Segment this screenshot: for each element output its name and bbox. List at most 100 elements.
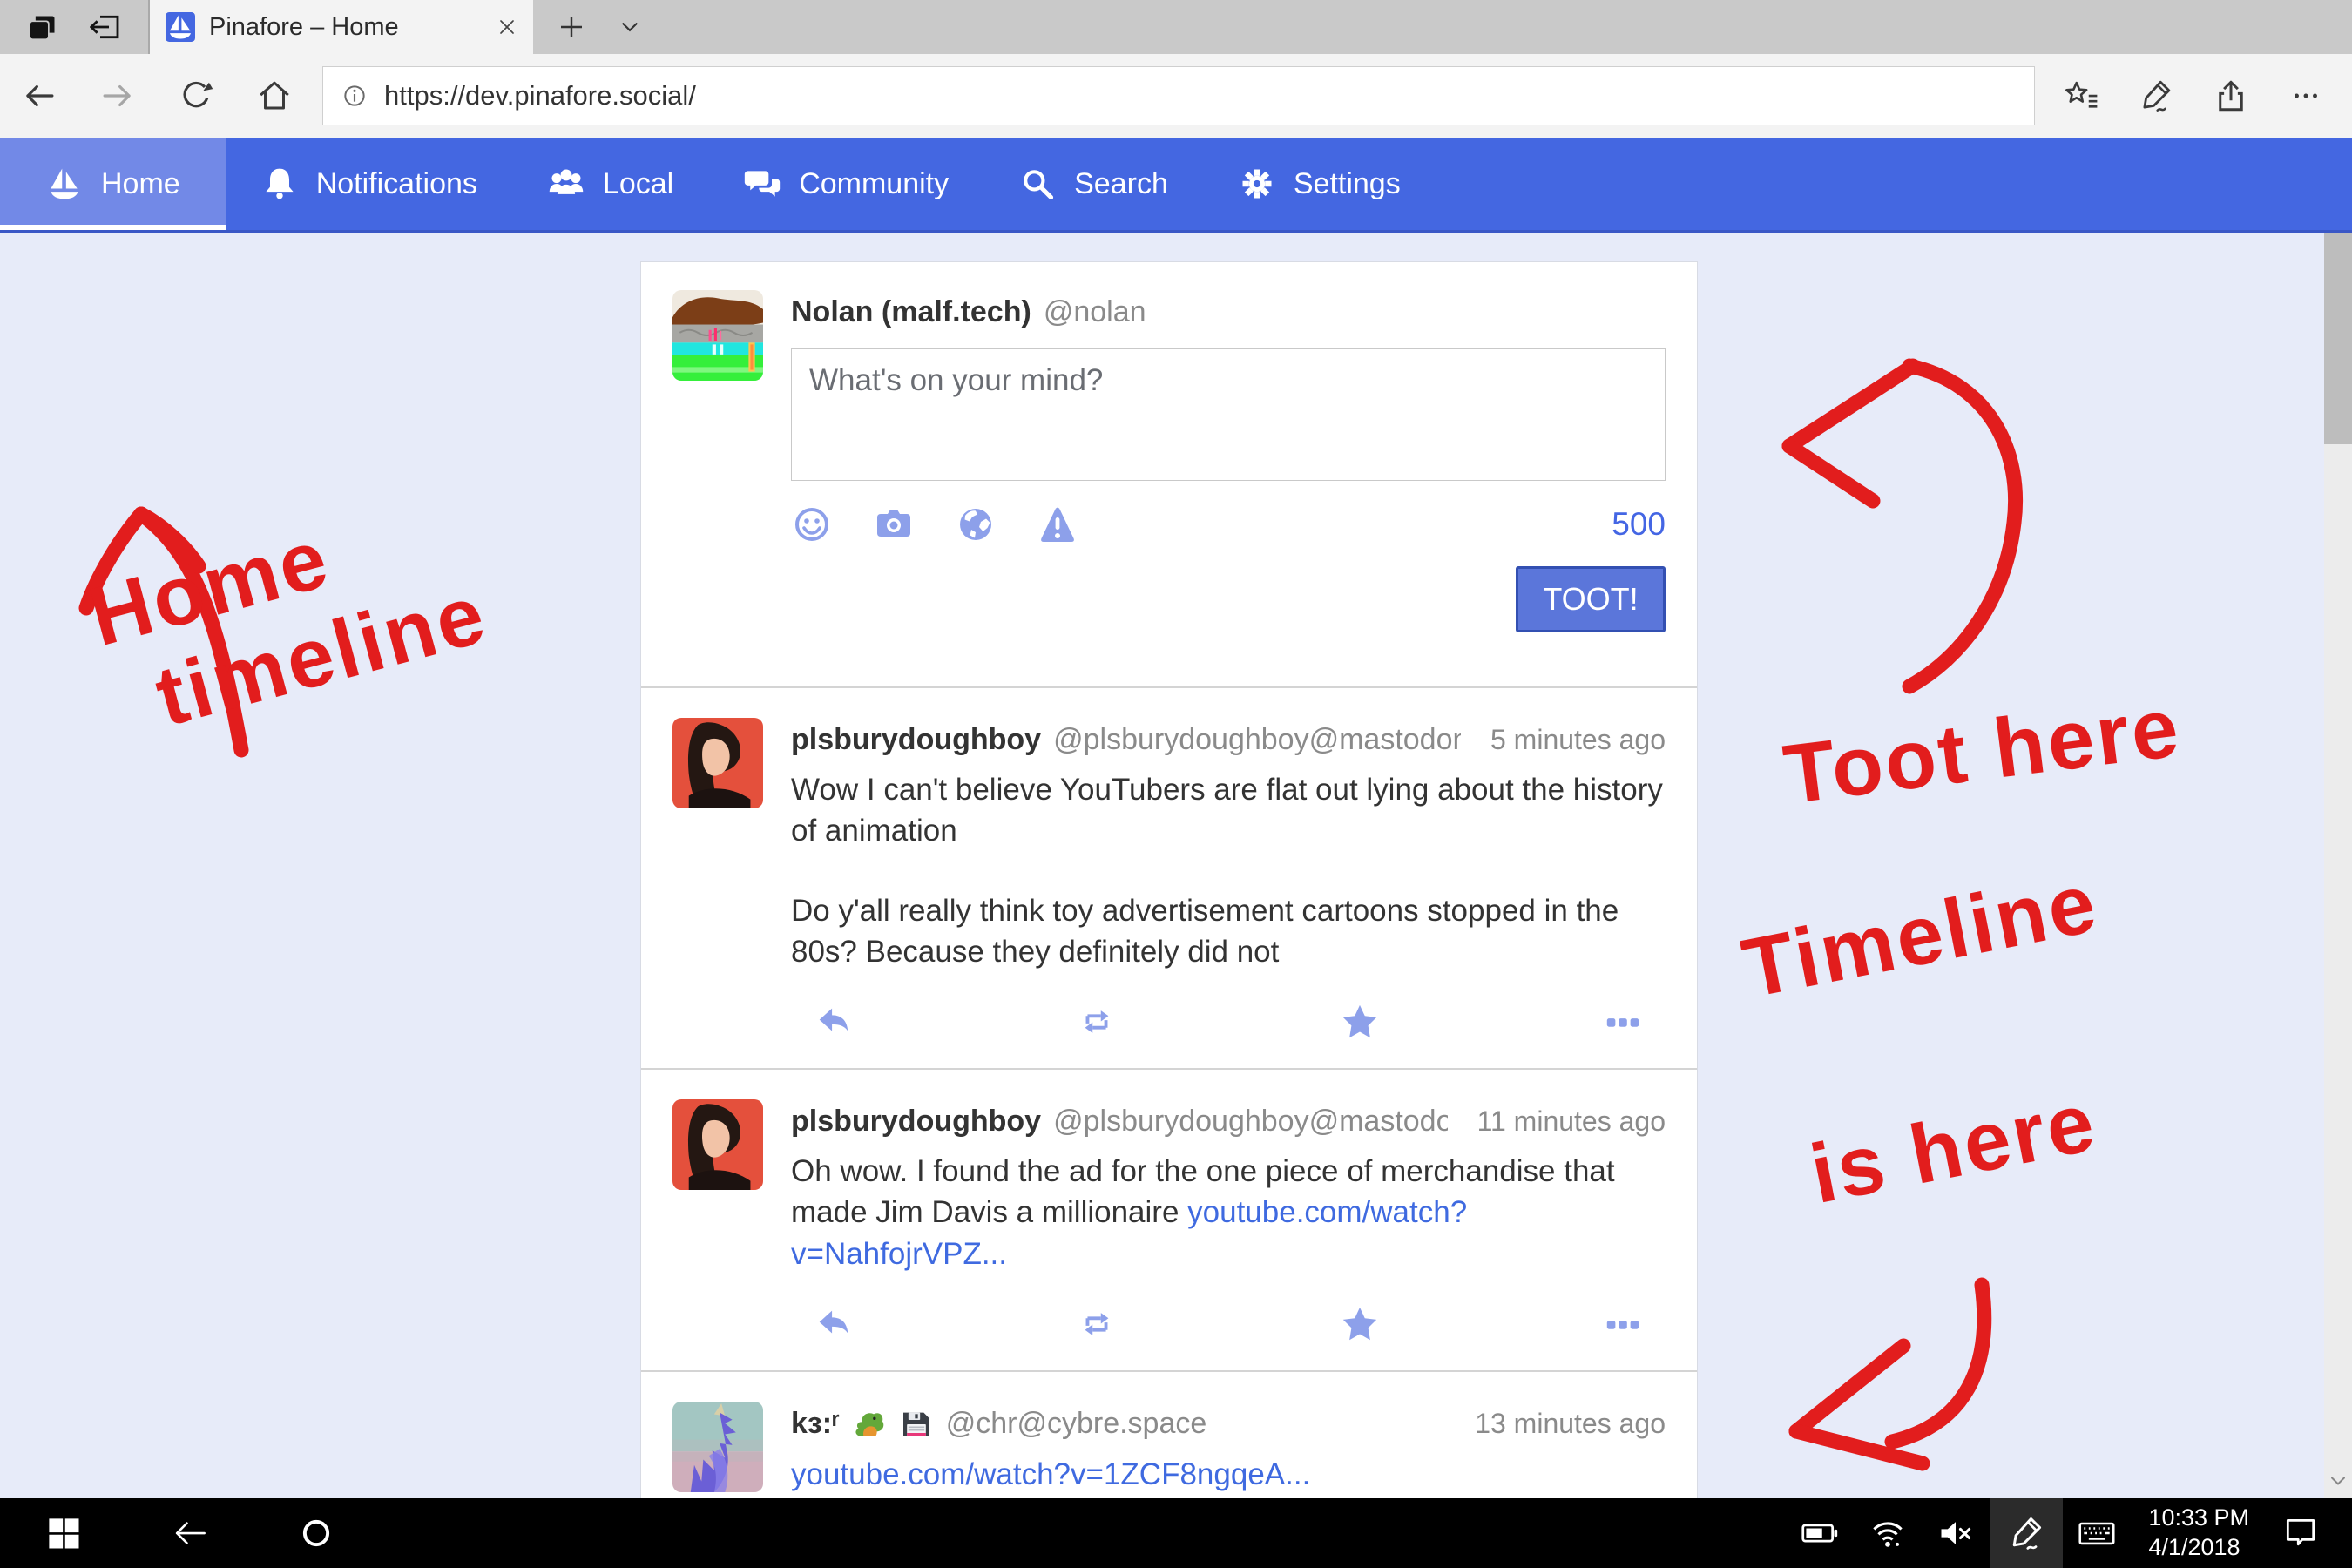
compose-input[interactable]: [791, 348, 1666, 481]
floppy-disk-emoji: [899, 1407, 934, 1442]
post-display-name: plsburydoughboy: [791, 723, 1041, 757]
browser-tab-bar: Pinafore – Home: [0, 0, 2352, 54]
post-body: Wow I can't believe YouTubers are flat o…: [791, 769, 1666, 972]
nav-item-notifications[interactable]: Notifications: [226, 138, 512, 230]
set-tabs-aside-icon[interactable]: [87, 10, 122, 44]
close-tab-icon[interactable]: [497, 17, 517, 37]
post-timestamp: 11 minutes ago: [1460, 1105, 1666, 1138]
timeline-post[interactable]: plsburydoughboy @plsburydoughboy@mastodo…: [672, 1070, 1666, 1370]
annotation-toot-here: Toot here: [1779, 679, 2186, 823]
toot-arrow: [1909, 366, 2016, 686]
tab-title: Pinafore – Home: [209, 13, 483, 42]
post-actions: [791, 1304, 1666, 1344]
toot-button[interactable]: TOOT!: [1516, 566, 1666, 632]
cortana-button[interactable]: [253, 1498, 379, 1568]
compose-handle: @nolan: [1044, 295, 1146, 329]
toot-arrow-head: [1789, 366, 1913, 446]
home-button[interactable]: [235, 54, 314, 138]
volume-muted-icon[interactable]: [1922, 1498, 1990, 1568]
clock-time: 10:33 PM: [2148, 1504, 2249, 1533]
nav-label: Local: [603, 167, 673, 201]
nav-label: Settings: [1294, 167, 1401, 201]
taskbar-back-button[interactable]: [126, 1498, 253, 1568]
web-note-pen-icon[interactable]: [2119, 54, 2193, 138]
emoji-picker-icon[interactable]: [791, 504, 833, 545]
post-body: youtube.com/watch?v=1ZCF8ngqeA...: [791, 1454, 1666, 1495]
screenshot-root: Pinafore – Home https://dev.pinafore.soc…: [0, 0, 2352, 1568]
refresh-button[interactable]: [157, 54, 235, 138]
annotation-timeline-is-here-line2: is here: [1803, 1074, 2104, 1223]
gear-icon: [1238, 165, 1276, 203]
avatar: [672, 718, 763, 808]
favorite-star-icon[interactable]: [1340, 1002, 1380, 1042]
nav-item-local[interactable]: Local: [512, 138, 708, 230]
pinafore-nav-bar: Home Notifications Local Community Searc…: [0, 138, 2352, 233]
back-button[interactable]: [0, 54, 78, 138]
avatar: [672, 1402, 763, 1492]
share-icon[interactable]: [2193, 54, 2268, 138]
windows-taskbar: 10:33 PM 4/1/2018: [0, 1498, 2352, 1568]
new-tab-icon[interactable]: [558, 13, 585, 41]
more-actions-icon[interactable]: [1603, 1304, 1643, 1344]
page-content: Nolan (malf.tech) @nolan 500 TOOT!: [0, 233, 2352, 1498]
timeline-arrow-head: [1796, 1431, 1923, 1463]
dragon-emoji: [852, 1407, 887, 1442]
toot-arrow-head: [1789, 446, 1873, 501]
boost-icon[interactable]: [1077, 1002, 1117, 1042]
wifi-icon[interactable]: [1854, 1498, 1922, 1568]
system-tray: 10:33 PM 4/1/2018: [1786, 1498, 2352, 1568]
forward-button[interactable]: [78, 54, 157, 138]
timeline-post[interactable]: plsburydoughboy @plsburydoughboy@mastodo…: [672, 688, 1666, 1068]
post-actions: [791, 1002, 1666, 1042]
start-button[interactable]: [0, 1498, 126, 1568]
windows-ink-pen-icon[interactable]: [1990, 1498, 2063, 1568]
page-scrollbar[interactable]: [2324, 233, 2352, 1498]
boost-icon[interactable]: [1077, 1304, 1117, 1344]
site-info-icon[interactable]: [341, 82, 368, 110]
compose-box: Nolan (malf.tech) @nolan 500 TOOT!: [672, 262, 1666, 686]
url-text[interactable]: https://dev.pinafore.social/: [384, 80, 696, 112]
timeline-column: Nolan (malf.tech) @nolan 500 TOOT!: [640, 261, 1698, 1498]
battery-icon[interactable]: [1786, 1498, 1854, 1568]
nav-label: Search: [1074, 167, 1168, 201]
nav-item-settings[interactable]: Settings: [1203, 138, 1436, 230]
post-body: Oh wow. I found the ad for the one piece…: [791, 1151, 1666, 1274]
post-timestamp: 5 minutes ago: [1473, 724, 1666, 756]
nav-item-search[interactable]: Search: [983, 138, 1203, 230]
avatar: [672, 1099, 763, 1190]
timeline-arrow-head: [1796, 1346, 1903, 1431]
scrollbar-down-arrow-icon[interactable]: [2328, 1470, 2349, 1491]
people-icon: [547, 165, 585, 203]
address-bar[interactable]: https://dev.pinafore.social/: [322, 66, 2035, 125]
tab-list-chevron-icon[interactable]: [618, 16, 641, 38]
post-link[interactable]: youtube.com/watch?v=1ZCF8ngqeA...: [791, 1457, 1310, 1491]
reply-icon[interactable]: [814, 1304, 854, 1344]
favorite-star-icon[interactable]: [1340, 1304, 1380, 1344]
toolbar-right-icons: [2044, 54, 2352, 138]
char-count: 500: [1612, 506, 1666, 543]
nav-item-home[interactable]: Home: [0, 138, 226, 230]
nav-item-community[interactable]: Community: [708, 138, 983, 230]
more-options-icon[interactable]: [2268, 54, 2343, 138]
nav-label: Home: [101, 167, 180, 201]
taskbar-clock[interactable]: 10:33 PM 4/1/2018: [2148, 1504, 2249, 1563]
tabs-preview-icon[interactable]: [26, 10, 61, 44]
search-icon: [1018, 165, 1057, 203]
bell-icon: [260, 165, 299, 203]
scrollbar-thumb[interactable]: [2324, 233, 2352, 444]
post-display-name: plsburydoughboy: [791, 1105, 1041, 1139]
timeline-post[interactable]: kз:ʳ @chr@cybre.space 13 minutes ago you…: [672, 1372, 1666, 1498]
post-privacy-globe-icon[interactable]: [955, 504, 997, 545]
more-actions-icon[interactable]: [1603, 1002, 1643, 1042]
browser-tab-active[interactable]: Pinafore – Home: [150, 0, 533, 54]
avatar: [672, 290, 763, 381]
post-timestamp: 13 minutes ago: [1457, 1408, 1666, 1440]
attach-media-icon[interactable]: [873, 504, 915, 545]
reply-icon[interactable]: [814, 1002, 854, 1042]
action-center-icon[interactable]: [2267, 1498, 2335, 1568]
compose-display-name: Nolan (malf.tech): [791, 295, 1031, 329]
content-warning-icon[interactable]: [1037, 504, 1078, 545]
nav-label: Community: [799, 167, 949, 201]
favorites-hub-icon[interactable]: [2044, 54, 2119, 138]
touch-keyboard-icon[interactable]: [2063, 1498, 2131, 1568]
